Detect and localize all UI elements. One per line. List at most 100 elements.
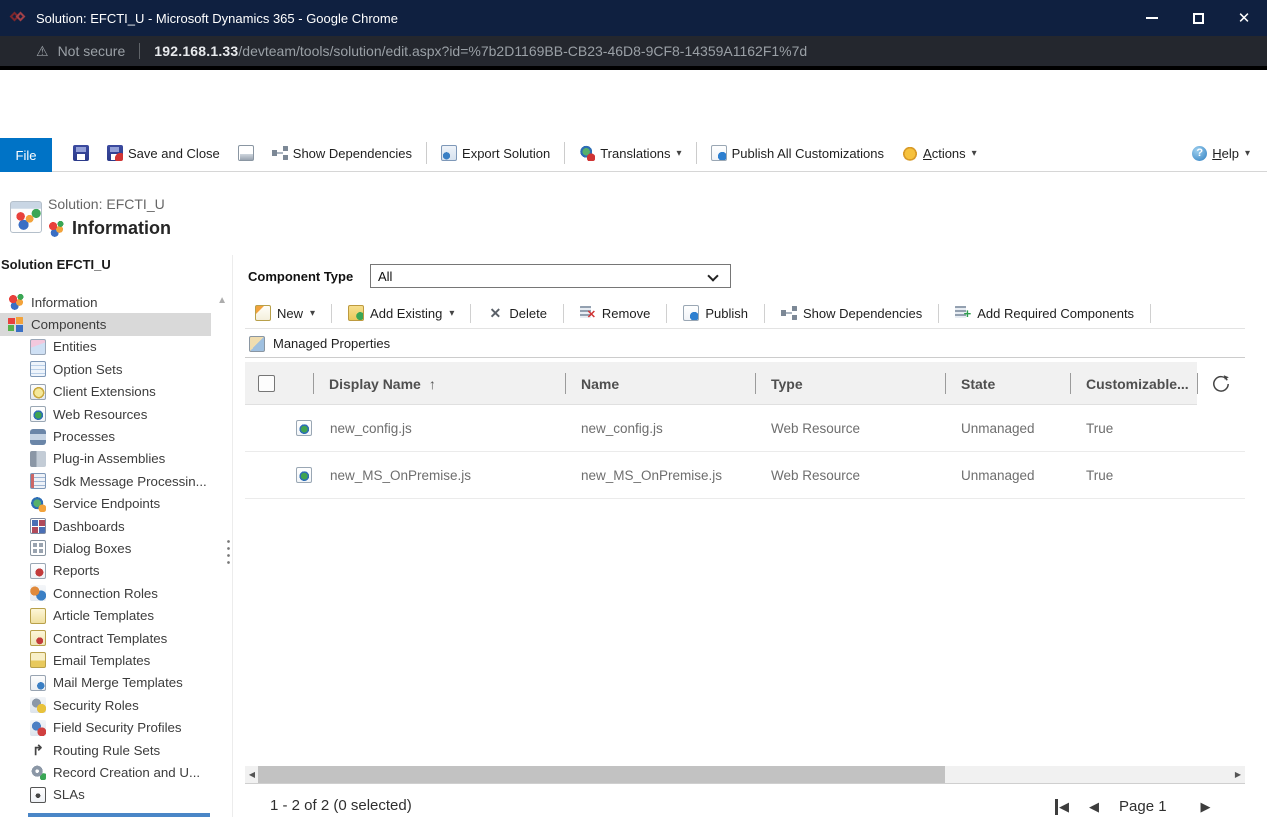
new-button[interactable]: New▾ xyxy=(245,305,325,321)
sidebar-item-label: Email Templates xyxy=(53,653,150,668)
select-all-checkbox[interactable] xyxy=(258,375,275,392)
components-panel: Component Type All New▾ Add Existing▾ ✕Del… xyxy=(245,255,1245,817)
sidebar-item-label: Client Extensions xyxy=(53,384,156,399)
not-secure-warning-icon[interactable]: ⚠ xyxy=(36,43,49,60)
components-grid: Display Name↑NameTypeStateCustomizable..… xyxy=(245,362,1245,499)
url-path[interactable]: /devteam/tools/solution/edit.aspx?id=%7b… xyxy=(238,43,807,59)
delete-button[interactable]: ✕Delete xyxy=(477,305,557,321)
export-solution-button[interactable]: Export Solution xyxy=(432,145,559,161)
help-label: Help xyxy=(1212,146,1239,161)
show-dependencies-button[interactable]: Show Dependencies xyxy=(263,145,421,161)
sidebar-item-field-security-profiles[interactable]: Field Security Profiles xyxy=(0,716,211,738)
previous-page-icon[interactable]: ◀ xyxy=(1089,799,1099,815)
refresh-button[interactable] xyxy=(1197,362,1245,405)
paging-controls: ◀ ◀ Page 1 ▶ xyxy=(1055,798,1211,815)
components-icon xyxy=(8,317,24,333)
column-header-type[interactable]: Type xyxy=(755,362,945,405)
first-page-icon[interactable]: ◀ xyxy=(1055,799,1069,815)
sidebar-item-web-resources[interactable]: Web Resources xyxy=(0,403,211,425)
url-host[interactable]: 192.168.1.33 xyxy=(154,43,238,59)
sidebar-item-contract-templates[interactable]: Contract Templates xyxy=(0,627,211,649)
row-icon-cell xyxy=(245,467,313,483)
delete-label: Delete xyxy=(509,306,547,321)
cell-state: Unmanaged xyxy=(945,468,1070,483)
translations-button[interactable]: Translations▾ xyxy=(570,145,690,161)
add-required-components-button[interactable]: +Add Required Components xyxy=(945,305,1144,321)
contract-templates-icon xyxy=(30,630,46,646)
toolbar-separator xyxy=(1150,304,1151,323)
next-page-icon[interactable]: ▶ xyxy=(1201,799,1211,815)
sidebar-item-email-templates[interactable]: Email Templates xyxy=(0,649,211,671)
sidebar-splitter-handle[interactable] xyxy=(226,538,231,566)
scrollbar-thumb[interactable] xyxy=(258,766,945,783)
minimize-button[interactable] xyxy=(1129,0,1175,36)
web-resources-icon xyxy=(296,420,312,436)
remove-button[interactable]: ✕Remove xyxy=(570,305,660,321)
processes-icon xyxy=(30,429,46,445)
column-header-name[interactable]: Name xyxy=(565,362,755,405)
sidebar-item-client-extensions[interactable]: Client Extensions xyxy=(0,381,211,403)
sidebar-item-article-templates[interactable]: Article Templates xyxy=(0,604,211,626)
sidebar-item-components[interactable]: Components xyxy=(0,313,211,335)
publish-all-customizations-button[interactable]: Publish All Customizations xyxy=(702,145,893,161)
ribbon-toolbar: File Save and Close Show Dependencies Expo… xyxy=(0,135,1267,172)
sidebar-item-label: Security Roles xyxy=(53,698,139,713)
sidebar-item-plug-in-assemblies[interactable]: Plug-in Assemblies xyxy=(0,448,211,470)
sidebar-item-information[interactable]: Information xyxy=(0,291,211,313)
help-button[interactable]: ?Help▾ xyxy=(1183,146,1259,161)
print-button[interactable] xyxy=(229,145,263,161)
table-row[interactable]: new_config.jsnew_config.jsWeb ResourceUn… xyxy=(245,405,1245,452)
publish-button[interactable]: Publish xyxy=(673,305,758,321)
sidebar-item-sdk-message-processin[interactable]: Sdk Message Processin... xyxy=(0,470,211,492)
sidebar-item-connection-roles[interactable]: Connection Roles xyxy=(0,582,211,604)
address-bar[interactable]: ⚠ Not secure 192.168.1.33/devteam/tools/… xyxy=(0,36,1267,66)
toolbar-separator xyxy=(564,142,565,164)
record-count-label: 1 - 2 of 2 (0 selected) xyxy=(270,797,412,814)
routing-rule-sets-icon: ↱ xyxy=(30,742,46,758)
page-title: Information xyxy=(72,218,171,239)
add-existing-button[interactable]: Add Existing▾ xyxy=(338,305,464,321)
sidebar-item-processes[interactable]: Processes xyxy=(0,425,211,447)
save-and-close-button[interactable]: Save and Close xyxy=(98,145,229,161)
sdk-message-icon xyxy=(30,473,46,489)
sidebar-item-service-endpoints[interactable]: Service Endpoints xyxy=(0,493,211,515)
close-button[interactable]: ✕ xyxy=(1221,0,1267,36)
add-required-icon: + xyxy=(955,305,971,321)
maximize-button[interactable] xyxy=(1175,0,1221,36)
sidebar-item-security-roles[interactable]: Security Roles xyxy=(0,694,211,716)
actions-button[interactable]: Actions▾ xyxy=(893,145,986,161)
column-header-state[interactable]: State xyxy=(945,362,1070,405)
sidebar-item-label: Reports xyxy=(53,563,100,578)
sidebar-item-record-creation-and-u[interactable]: Record Creation and U... xyxy=(0,761,211,783)
scroll-left-arrow[interactable]: ◀ xyxy=(245,766,259,783)
sidebar-item-reports[interactable]: Reports xyxy=(0,560,211,582)
minimize-icon xyxy=(1146,17,1158,19)
save-button[interactable] xyxy=(64,145,98,161)
sidebar-item-option-sets[interactable]: Option Sets xyxy=(0,358,211,380)
sidebar-item-label: Article Templates xyxy=(53,608,154,623)
sidebar-item-slas[interactable]: SLAs xyxy=(0,784,211,806)
component-type-select[interactable]: All xyxy=(370,264,731,288)
horizontal-scrollbar[interactable]: ◀ ▶ xyxy=(245,766,1245,783)
print-icon xyxy=(238,145,254,161)
scroll-right-arrow[interactable]: ▶ xyxy=(1231,766,1245,783)
cell-name: new_MS_OnPremise.js xyxy=(565,468,755,483)
column-header-display-name[interactable]: Display Name↑ xyxy=(313,362,565,405)
sidebar-item-entities[interactable]: Entities xyxy=(0,336,211,358)
sidebar-item-dialog-boxes[interactable]: Dialog Boxes xyxy=(0,537,211,559)
publish-label: Publish xyxy=(705,306,748,321)
sidebar-scroll-up-arrow[interactable]: ▲ xyxy=(217,295,227,306)
sidebar-item-routing-rule-sets[interactable]: ↱Routing Rule Sets xyxy=(0,739,211,761)
add-existing-icon xyxy=(348,305,364,321)
show-dependencies-button[interactable]: Show Dependencies xyxy=(771,305,932,321)
file-tab[interactable]: File xyxy=(0,138,52,172)
address-bar-divider xyxy=(139,43,140,59)
column-header-customizable[interactable]: Customizable... xyxy=(1070,362,1197,405)
sidebar-item-mail-merge-templates[interactable]: Mail Merge Templates xyxy=(0,672,211,694)
component-type-label: Component Type xyxy=(248,269,353,284)
not-secure-label[interactable]: Not secure xyxy=(58,43,126,59)
help-icon: ? xyxy=(1192,146,1207,161)
sidebar-item-dashboards[interactable]: Dashboards xyxy=(0,515,211,537)
table-row[interactable]: new_MS_OnPremise.jsnew_MS_OnPremise.jsWe… xyxy=(245,452,1245,499)
managed-properties-button[interactable]: Managed Properties xyxy=(245,330,1245,358)
